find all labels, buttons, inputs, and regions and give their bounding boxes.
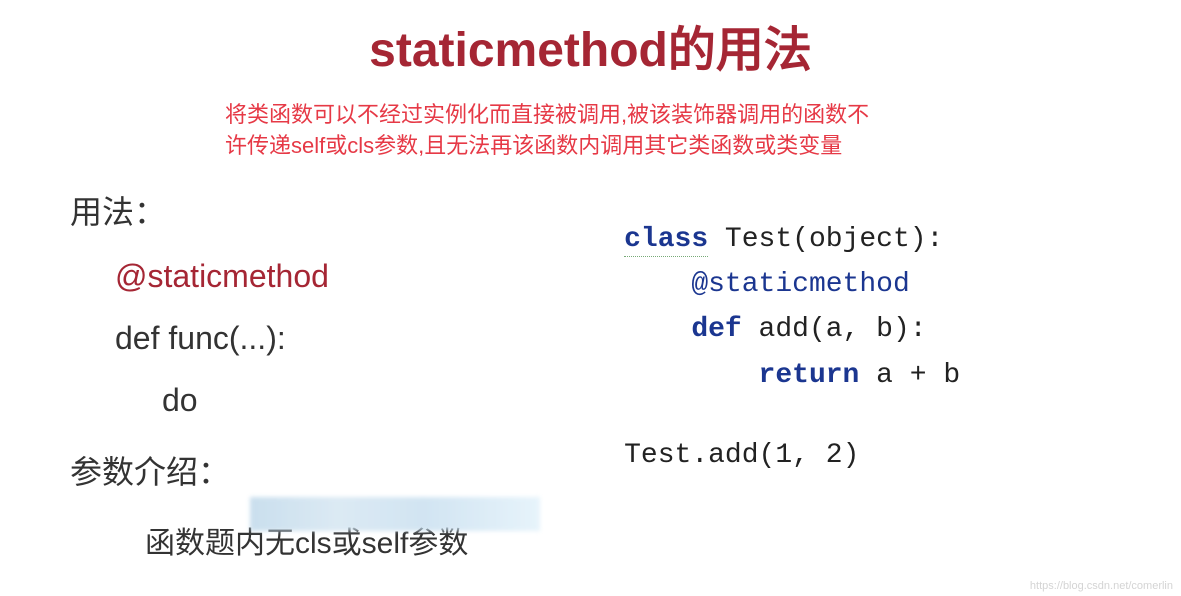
description-line-1: 将类函数可以不经过实例化而直接被调用,被该装饰器调用的函数不	[225, 100, 1181, 131]
arg-sep: ,	[792, 440, 826, 471]
page-title: staticmethod的用法	[0, 10, 1181, 80]
usage-def: def func(...):	[115, 320, 614, 357]
def-rest: add(a, b):	[742, 314, 927, 345]
usage-decorator: @staticmethod	[115, 258, 614, 295]
code-call: Test.add(1, 2)	[624, 440, 1181, 471]
description-line-2: 许传递self或cls参数,且无法再该函数内调用其它类函数或类变量	[225, 131, 1181, 162]
watermark: https://blog.csdn.net/comerlin	[1030, 580, 1173, 592]
code-block: class Test(object): @staticmethod def ad…	[624, 217, 1181, 398]
call-suffix: )	[843, 440, 860, 471]
keyword-return: return	[759, 360, 860, 391]
param-label: 参数介绍：	[70, 447, 614, 493]
call-prefix: Test.add(	[624, 440, 775, 471]
code-decorator: @staticmethod	[691, 269, 909, 300]
redacted-blur	[250, 497, 540, 531]
return-rest: a + b	[859, 360, 960, 391]
description-block: 将类函数可以不经过实例化而直接被调用,被该装饰器调用的函数不 许传递self或c…	[225, 100, 1181, 162]
right-column: class Test(object): @staticmethod def ad…	[614, 172, 1181, 562]
class-name-text: Test(object):	[708, 224, 943, 255]
content-wrapper: 用法： @staticmethod def func(...): do 参数介绍…	[0, 172, 1181, 562]
usage-do: do	[162, 382, 614, 419]
keyword-def: def	[691, 314, 741, 345]
arg1: 1	[775, 440, 792, 471]
usage-label: 用法：	[70, 187, 614, 233]
arg2: 2	[826, 440, 843, 471]
keyword-class: class	[624, 224, 708, 257]
